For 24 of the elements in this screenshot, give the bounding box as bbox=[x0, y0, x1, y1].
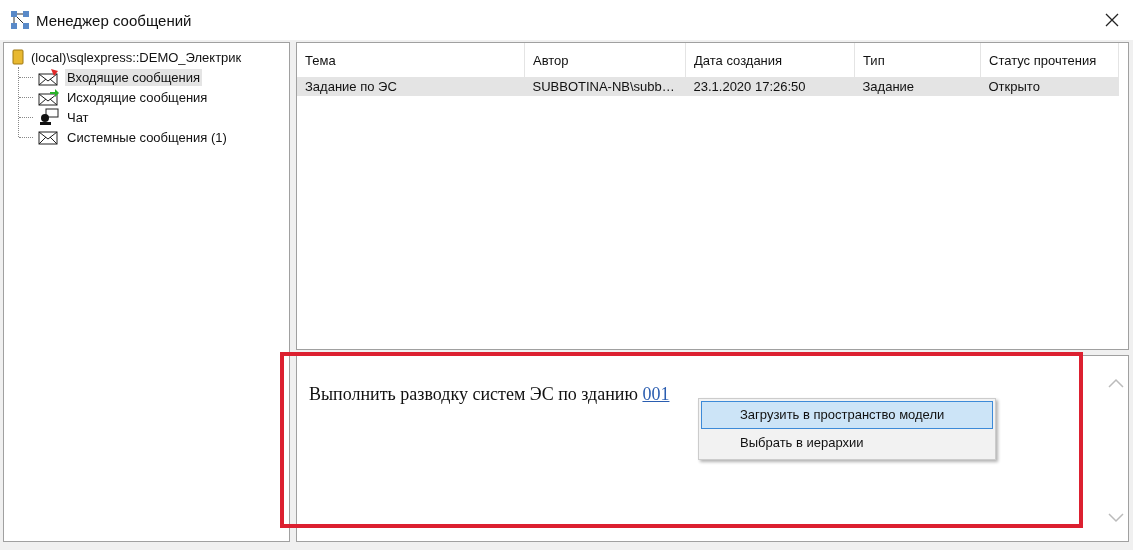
menu-item[interactable]: Выбрать в иерархии bbox=[701, 429, 993, 457]
app-icon bbox=[10, 10, 30, 30]
scroll-down-icon[interactable] bbox=[1108, 513, 1124, 523]
tree-item[interactable]: Системные сообщения (1) bbox=[65, 128, 229, 146]
database-icon bbox=[12, 49, 24, 65]
menu-item[interactable]: Загрузить в пространство модели bbox=[701, 401, 993, 429]
tree-item[interactable]: (local)\sqlexpress::DEMO_Электрик bbox=[29, 48, 244, 66]
tree-item[interactable]: Входящие сообщения bbox=[65, 68, 203, 86]
building-link[interactable]: 001 bbox=[642, 384, 670, 404]
table-cell: Задание bbox=[854, 77, 981, 96]
scroll-up-icon[interactable] bbox=[1108, 378, 1124, 388]
envelope-icon bbox=[38, 68, 60, 86]
table-cell: SUBBOTINA-NB\subb… bbox=[524, 77, 686, 96]
envelope-icon bbox=[38, 128, 60, 146]
close-icon[interactable] bbox=[1105, 13, 1119, 27]
message-text: Выполнить разводку систем ЭС по зданию 001 bbox=[309, 384, 671, 405]
tree-item[interactable]: Исходящие сообщения bbox=[65, 88, 210, 106]
table-cell: 23.1.2020 17:26:50 bbox=[685, 77, 855, 96]
chat-icon bbox=[38, 108, 60, 126]
envelope-icon bbox=[38, 88, 60, 106]
table-cell: Открыто bbox=[980, 77, 1119, 96]
window-title: Менеджер сообщений bbox=[36, 11, 193, 29]
table-cell: Задание по ЭС bbox=[297, 77, 525, 96]
tree-item[interactable]: Чат bbox=[65, 108, 91, 126]
